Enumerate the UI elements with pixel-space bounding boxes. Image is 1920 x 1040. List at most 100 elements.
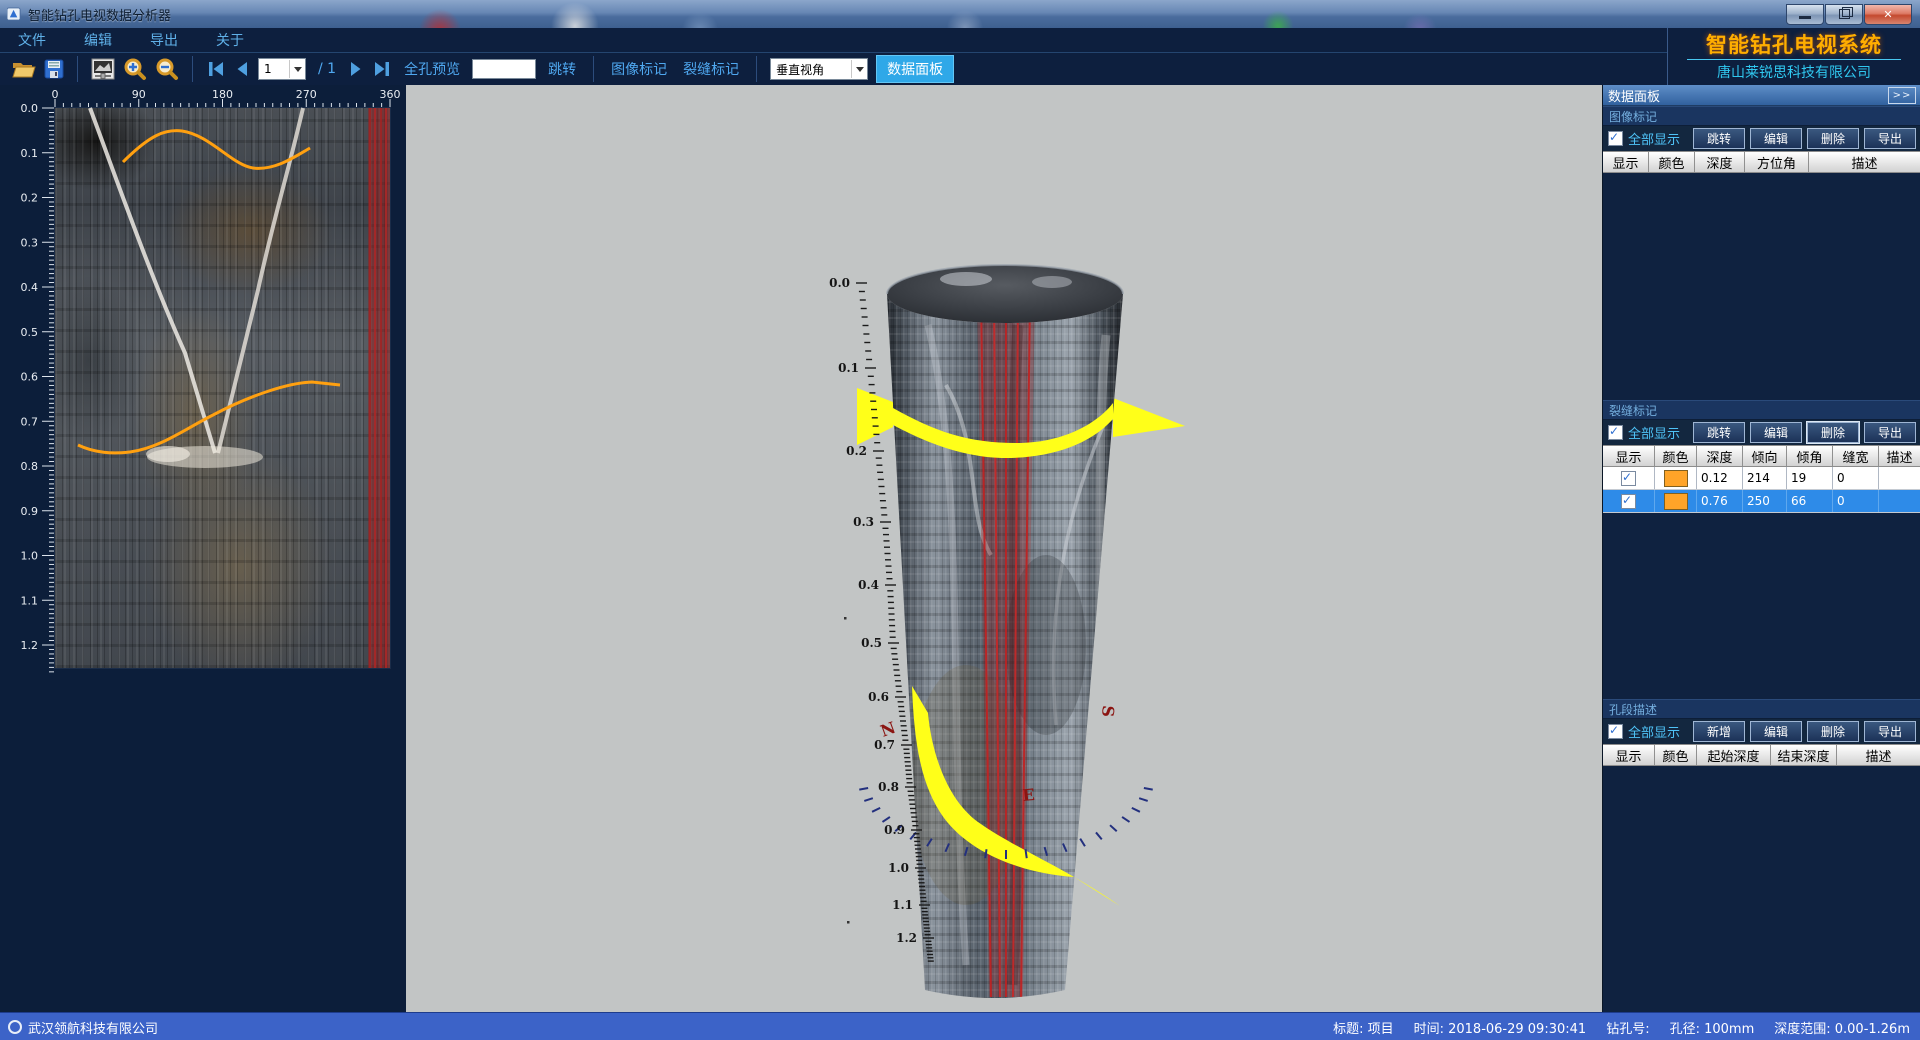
scene-depth-label: 0.4 [858, 578, 879, 592]
image-adjust-button[interactable] [91, 58, 115, 80]
crack-row-color-swatch[interactable] [1664, 470, 1688, 487]
title-bar[interactable]: 智能钻孔电视数据分析器 ✕ [0, 0, 1920, 29]
close-button[interactable]: ✕ [1864, 4, 1912, 25]
crack-row-depth: 0.76 [1697, 490, 1743, 512]
crack-row-color-cell [1655, 467, 1697, 489]
jump-page-input[interactable] [472, 59, 536, 79]
image-marks-show-all-checkbox[interactable] [1608, 131, 1623, 146]
first-page-icon [206, 60, 226, 78]
borehole-image[interactable] [55, 108, 390, 668]
crack-marks-delete-button[interactable]: 删除 [1807, 422, 1859, 443]
segments-col-0: 显示 [1603, 745, 1655, 765]
full-hole-preview-button[interactable]: 全孔预览 [404, 59, 460, 79]
toolbar: 1 / 1 全孔预览 跳转 图像标记 [0, 53, 1667, 85]
depth-label: 0.6 [21, 371, 39, 384]
unwrapped-borehole-panel[interactable]: 090180270360 0.00.10.20.30.40.50.60.70.8… [0, 85, 406, 1012]
borehole-cylinder[interactable] [876, 265, 1136, 1010]
zoom-in-button[interactable] [123, 57, 147, 81]
prev-page-button[interactable] [234, 60, 250, 78]
zoom-out-button[interactable] [155, 57, 179, 81]
borehole-3d-viewport[interactable]: NES 0.00.10.20.30.40.50.60.70.80.91.01.1… [406, 85, 1602, 1012]
crack-marks-export-button[interactable]: 导出 [1864, 422, 1916, 443]
depth-label: 1.2 [21, 639, 39, 652]
open-file-button[interactable] [12, 59, 36, 79]
menu-item-0[interactable]: 文件 [12, 28, 52, 52]
last-page-button[interactable] [372, 60, 392, 78]
crack-row-dip-direction: 214 [1743, 467, 1787, 489]
image-marks-export-button[interactable]: 导出 [1864, 128, 1916, 149]
image-marks-delete-button[interactable]: 删除 [1807, 128, 1859, 149]
menu-item-3[interactable]: 关于 [210, 28, 250, 52]
toolbar-separator [593, 56, 594, 82]
image-mark-button[interactable]: 图像标记 [611, 59, 667, 79]
minimize-button[interactable] [1786, 4, 1824, 25]
status-field-2: 钻孔号: [1606, 1018, 1649, 1037]
crack-row-depth: 0.12 [1697, 467, 1743, 489]
segments-add-button[interactable]: 新增 [1693, 721, 1745, 742]
menu-item-2[interactable]: 导出 [144, 28, 184, 52]
toolbar-separator [77, 56, 78, 82]
page-select[interactable]: 1 [258, 58, 306, 80]
crack-marks-jump-button[interactable]: 跳转 [1693, 422, 1745, 443]
segments-export-button[interactable]: 导出 [1864, 721, 1916, 742]
scene-depth-label: 0.3 [853, 515, 874, 529]
segments-col-4: 描述 [1837, 745, 1920, 765]
data-panel-header[interactable]: 数据面板 >> [1603, 85, 1920, 106]
menu-bar: 文件 编辑 导出 关于 [0, 28, 1667, 53]
next-page-button[interactable] [348, 60, 364, 78]
image-marks-edit-button[interactable]: 编辑 [1750, 128, 1802, 149]
first-page-button[interactable] [206, 60, 226, 78]
crack-marks-edit-button[interactable]: 编辑 [1750, 422, 1802, 443]
segments-col-3: 结束深度 [1771, 745, 1837, 765]
crack-row-1[interactable]: 0.76250660 [1603, 490, 1920, 513]
view-angle-value: 垂直视角 [771, 61, 851, 78]
segments-show-all-checkbox[interactable] [1608, 724, 1623, 739]
scene-depth-label: 1.0 [888, 861, 909, 875]
restore-button[interactable] [1825, 4, 1863, 25]
close-icon: ✕ [1883, 8, 1892, 21]
crack-marks-show-all-checkbox[interactable] [1608, 425, 1623, 440]
jump-button[interactable]: 跳转 [548, 59, 576, 79]
prev-page-icon [234, 60, 250, 78]
image-marks-col-4: 描述 [1809, 152, 1920, 172]
crack-mark-button[interactable]: 裂缝标记 [683, 59, 739, 79]
save-button[interactable] [44, 59, 64, 79]
crack-marks-table-body[interactable]: 0.122141900.76250660 [1603, 467, 1920, 699]
compass-letter-S: S [1098, 705, 1118, 718]
menu-item-1[interactable]: 编辑 [78, 28, 118, 52]
crack-marks-col-5: 缝宽 [1833, 446, 1879, 466]
chevron-down-icon [289, 60, 305, 78]
data-panel-toggle-button[interactable]: 数据面板 [876, 55, 954, 83]
segments-delete-button[interactable]: 删除 [1807, 721, 1859, 742]
azimuth-label: 180 [212, 88, 233, 101]
crack-row-visible-checkbox[interactable] [1621, 471, 1636, 486]
crack-marks-col-4: 倾角 [1787, 446, 1833, 466]
crack-row-0[interactable]: 0.12214190 [1603, 467, 1920, 490]
crack-row-color-swatch[interactable] [1664, 493, 1688, 510]
depth-label: 0.8 [21, 460, 39, 473]
scene-dot [844, 617, 847, 620]
crack-row-dip-angle: 66 [1787, 490, 1833, 512]
scene-depth-label: 0.6 [868, 690, 889, 704]
crack-row-dip-direction: 250 [1743, 490, 1787, 512]
azimuth-label: 360 [380, 88, 401, 101]
zoom-in-icon [123, 57, 147, 81]
status-fields: 标题: 项目时间: 2018-06-29 09:30:41钻孔号: 孔径: 10… [1333, 1018, 1920, 1037]
segments-table-body[interactable] [1603, 766, 1920, 1012]
chevron-down-icon [851, 60, 867, 78]
crack-row-visible-checkbox[interactable] [1621, 494, 1636, 509]
status-field-4: 深度范围: 0.00-1.26m [1774, 1018, 1910, 1037]
save-icon [44, 59, 64, 79]
azimuth-ruler: 090180270360 [52, 88, 401, 107]
crack-marks-col-2: 深度 [1697, 446, 1743, 466]
segments-edit-button[interactable]: 编辑 [1750, 721, 1802, 742]
open-file-icon [12, 59, 36, 79]
view-angle-select[interactable]: 垂直视角 [770, 58, 868, 80]
depth-ruler: 0.00.10.20.30.40.50.60.70.80.91.01.11.2 [21, 102, 55, 672]
collapse-panel-button[interactable]: >> [1888, 87, 1916, 104]
data-panel-title: 数据面板 [1608, 86, 1660, 105]
image-marks-table-body[interactable] [1603, 173, 1920, 400]
image-marks-jump-button[interactable]: 跳转 [1693, 128, 1745, 149]
image-marks-col-0: 显示 [1603, 152, 1649, 172]
crack-row-show-cell [1603, 467, 1655, 489]
